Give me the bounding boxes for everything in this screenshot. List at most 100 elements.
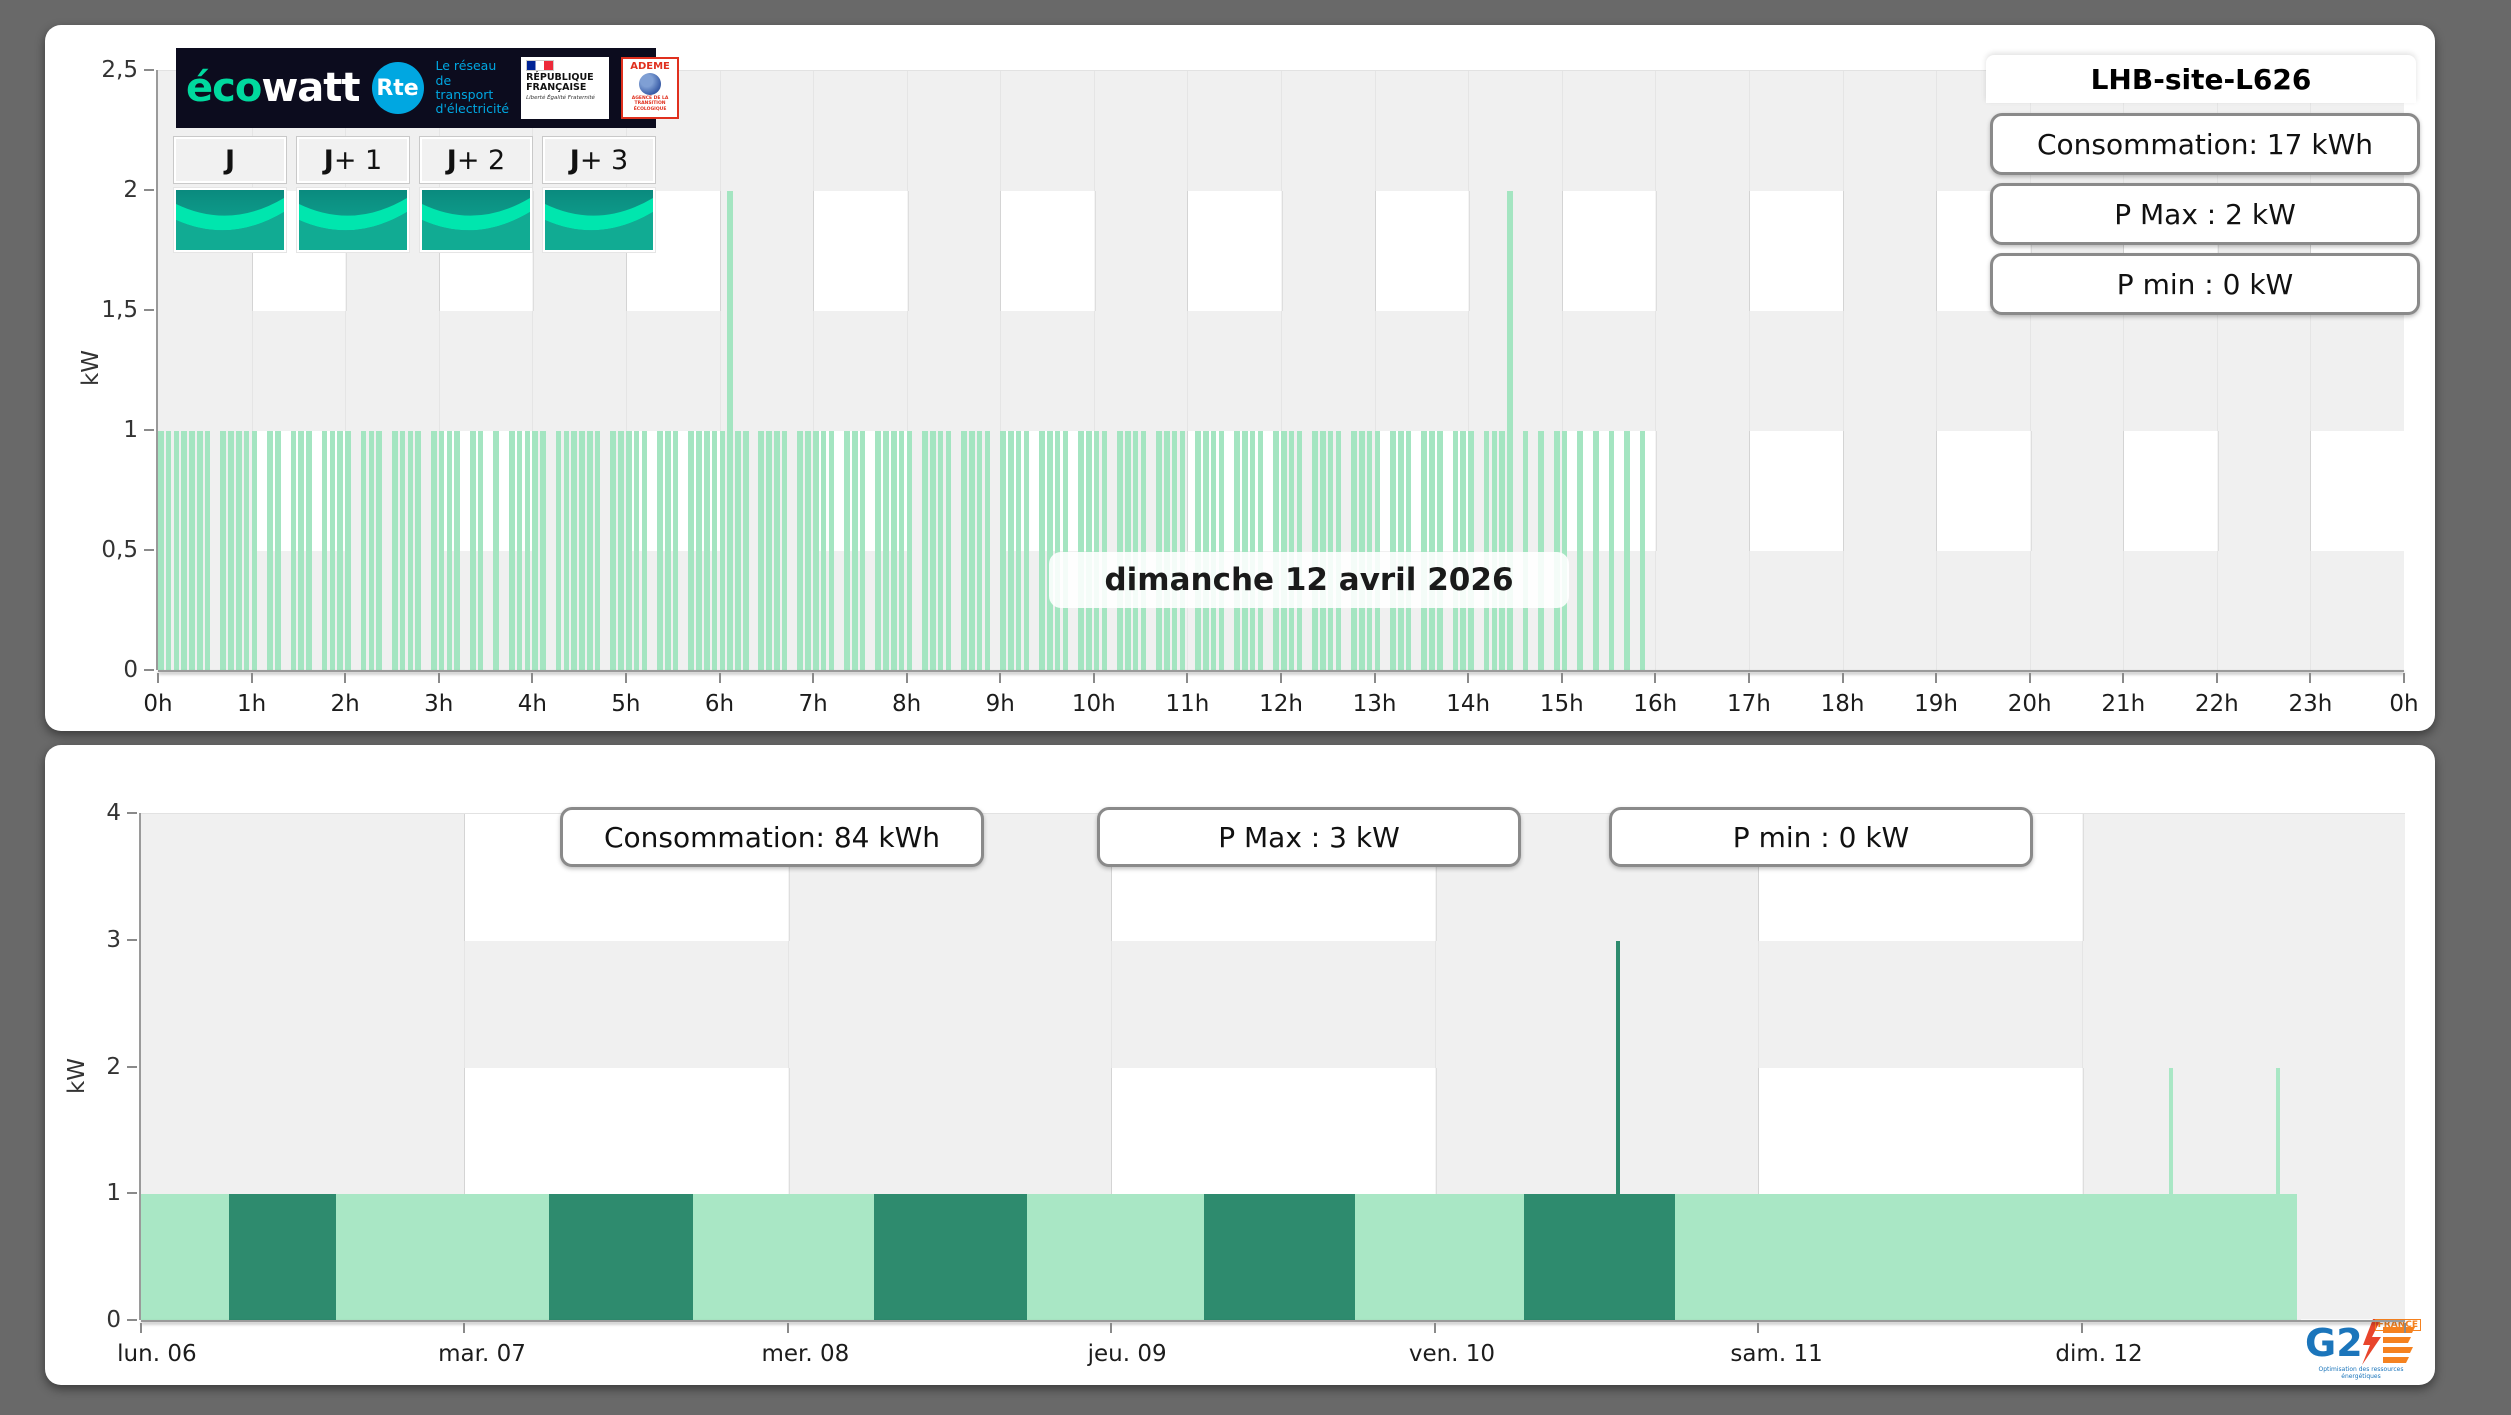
daily-bar [1257, 431, 1264, 671]
chart-background-cell [1374, 191, 1471, 311]
daily-x-tick-label: 12h [1259, 691, 1303, 717]
daily-bar [243, 431, 250, 671]
daily-x-tick-label: 11h [1165, 691, 1210, 717]
daily-bar [1086, 431, 1092, 671]
rte-logo-icon: Rte [371, 62, 424, 114]
daily-x-tick [344, 673, 347, 683]
daily-bar [173, 431, 180, 671]
daily-x-tick-label: 5h [611, 691, 641, 717]
daily-y-tick-label: 2 [123, 177, 138, 203]
daily-bar [1436, 431, 1443, 671]
daily-bar [688, 431, 694, 671]
daily-x-tick-label: 15h [1539, 691, 1584, 717]
daily-bar [1561, 431, 1568, 671]
daily-bar [1203, 431, 1209, 671]
daily-x-tick-label: 22h [2194, 691, 2239, 717]
weekly-plot-area [141, 813, 2405, 1321]
ecowatt-gauge-image [299, 190, 407, 250]
day-button-j-plus-2[interactable]: J + 2 [419, 136, 533, 184]
daily-bar [1405, 431, 1412, 671]
ecowatt-gauge-3[interactable] [542, 187, 656, 253]
daily-bar [1327, 431, 1334, 671]
daily-bar [1218, 431, 1225, 671]
daily-chart-panel: kW écowatt Rte Le réseau de transport d'… [45, 25, 2435, 731]
daily-bar [1592, 431, 1599, 671]
daily-bar [1101, 431, 1108, 671]
daily-bar [321, 431, 328, 671]
day-button-j[interactable]: J [173, 136, 287, 184]
daily-y-tick [144, 549, 154, 551]
daily-bar [758, 431, 765, 671]
daily-bar [742, 431, 749, 671]
daily-bar [969, 431, 975, 671]
day-button-column: J + 1 [296, 136, 410, 253]
chart-background-cell [813, 191, 909, 311]
weekly-pmax-box: P Max : 3 kW [1097, 807, 1521, 867]
daily-bar [1358, 431, 1365, 671]
day-button-j-plus-3[interactable]: J + 3 [542, 136, 656, 184]
daily-bar [391, 431, 398, 671]
chart-background-cell [1758, 1067, 2084, 1195]
daily-y-tick [144, 669, 154, 671]
ademe-logo: ADEME AGENCE DE LA TRANSITION ÉCOLOGIQUE [621, 57, 680, 119]
weekly-y-tick [127, 1065, 137, 1068]
daily-x-tick-label: 9h [985, 691, 1015, 717]
daily-bar [1468, 431, 1474, 671]
ecowatt-gauge-2[interactable] [419, 187, 533, 253]
daily-bar [937, 431, 944, 671]
weekly-bar-segment [1354, 1194, 1525, 1321]
daily-x-tick [1560, 673, 1563, 683]
daily-bar [1296, 431, 1303, 671]
daily-bar [883, 431, 889, 671]
daily-x-tick [250, 673, 253, 683]
daily-bar [930, 431, 936, 671]
daily-y-axis-unit: kW [78, 349, 105, 387]
daily-y-tick-label: 1,5 [101, 297, 138, 323]
daily-bar [1062, 431, 1069, 671]
ecowatt-gauge-0[interactable] [173, 187, 287, 253]
daily-bar [1234, 431, 1240, 671]
daily-bar [563, 431, 570, 671]
daily-x-tick [157, 673, 159, 683]
weekly-x-tick-label: lun. 06 [117, 1341, 197, 1367]
weekly-spike-bar [2168, 1067, 2173, 1321]
chart-background-cell [1936, 431, 2032, 551]
ecowatt-gauge-1[interactable] [296, 187, 410, 253]
daily-bar [1374, 431, 1381, 671]
daily-bar [555, 431, 562, 671]
daily-x-tick-label: 1h [236, 691, 267, 717]
daily-y-axis-line [156, 70, 158, 670]
weekly-x-tick [463, 1323, 466, 1333]
daily-bar [945, 431, 952, 671]
daily-x-tick-label: 10h [1071, 691, 1116, 717]
daily-bar [1624, 431, 1630, 671]
daily-x-tick-label: 23h [2288, 691, 2333, 717]
daily-bar [267, 431, 273, 671]
weekly-bar-segment [693, 1194, 875, 1321]
daily-y-tick [144, 429, 154, 431]
chart-column-gridline [1842, 71, 1844, 671]
daily-bar [1117, 431, 1123, 671]
daily-bar [1039, 431, 1045, 671]
daily-bar [719, 431, 726, 671]
daily-y-tick-label: 0,5 [101, 537, 138, 563]
day-button-column: J [173, 136, 287, 253]
daily-bar [672, 431, 679, 671]
weekly-chart-panel: kW Consommation: 84 kWh P Max : 3 kW P m… [45, 745, 2435, 1385]
day-button-column: J + 3 [542, 136, 656, 253]
daily-x-tick [2309, 673, 2312, 683]
weekly-bar-segment [336, 1194, 550, 1321]
daily-x-tick [999, 673, 1002, 683]
daily-y-tick-label: 0 [123, 657, 138, 683]
daily-bar [415, 431, 421, 671]
day-button-j-plus-1[interactable]: J + 1 [296, 136, 410, 184]
republique-francaise-logo: RÉPUBLIQUE FRANÇAISE Liberté Égalité Frat… [521, 57, 610, 119]
daily-x-tick-label: 0h [143, 691, 173, 717]
ademe-globe-icon [639, 73, 662, 95]
daily-bar [766, 431, 772, 671]
daily-bar [345, 431, 351, 671]
daily-bar [469, 431, 476, 671]
daily-x-tick-label: 8h [892, 691, 922, 717]
daily-bar [1242, 431, 1248, 671]
g2e-logo: G2 FRANCE Optimisation des ressources én… [2301, 1319, 2421, 1381]
